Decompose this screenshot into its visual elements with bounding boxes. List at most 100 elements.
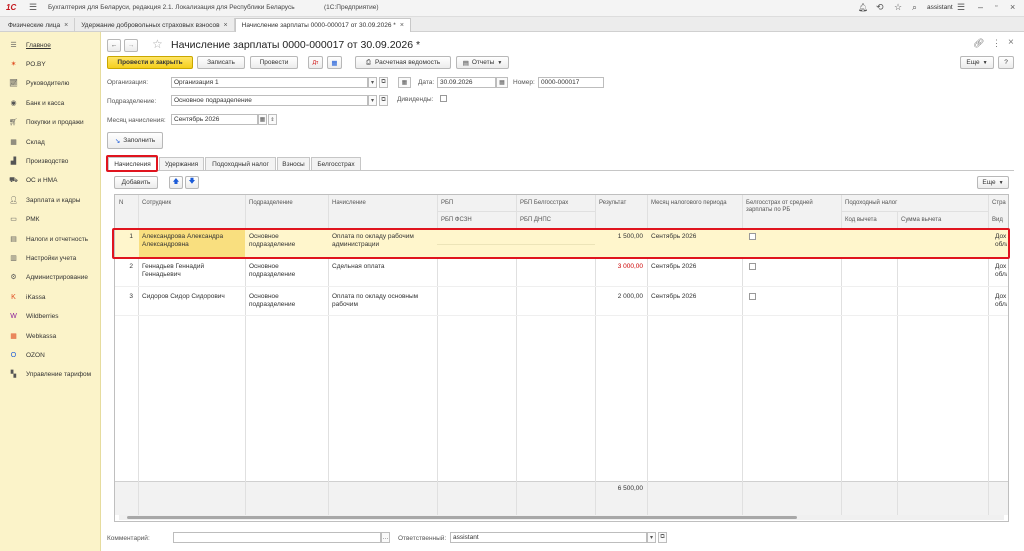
- sidebar-item-factory[interactable]: ▟ Производство: [0, 154, 101, 168]
- table-more-button[interactable]: Еще ▼: [977, 176, 1009, 189]
- row-bgs-checkbox[interactable]: [749, 263, 756, 270]
- sidebar-item-ikassa[interactable]: KiKassa: [0, 290, 101, 304]
- tab-payroll-document[interactable]: Начисление зарплаты 0000-000017 от 30.09…: [234, 18, 411, 32]
- col-deduction-sum[interactable]: Сумма вычета: [901, 217, 941, 224]
- row-result[interactable]: 3 000,00: [597, 263, 643, 271]
- sidebar-item-ro[interactable]: ✶ РО.BY: [0, 57, 101, 71]
- move-up-button[interactable]: 🡅: [169, 176, 183, 189]
- sidebar-item-warehouse[interactable]: ▦ Склад: [0, 135, 101, 149]
- horizontal-scrollbar[interactable]: [119, 515, 1004, 520]
- month-calendar-icon[interactable]: ▦: [258, 114, 267, 125]
- sidebar-item-tax[interactable]: ▤ Налоги и отчетность: [0, 232, 101, 246]
- history-icon[interactable]: ⟲: [876, 2, 884, 13]
- post-button[interactable]: Провести: [250, 56, 298, 69]
- row-accrual[interactable]: Оплата по окладу основным рабочим: [332, 293, 434, 309]
- org-open-icon[interactable]: ⧉: [379, 77, 388, 88]
- org-dropdown-icon[interactable]: ▾: [368, 77, 377, 88]
- debit-credit-button[interactable]: Дт: [308, 56, 323, 69]
- sidebar-item-car[interactable]: ⛟ ОС и НМА: [0, 174, 101, 188]
- row-employee[interactable]: Геннадьев Геннадий Геннадьевич: [142, 263, 242, 279]
- col-month[interactable]: Месяц налогового периода: [651, 200, 727, 207]
- tab-income-tax[interactable]: Подоходный налог: [205, 157, 276, 170]
- close-tab-icon[interactable]: ×: [400, 19, 404, 32]
- dividends-checkbox[interactable]: [440, 95, 447, 102]
- col-employee[interactable]: Сотрудник: [142, 200, 171, 207]
- col-income-tax[interactable]: Подоходный налог: [845, 200, 897, 207]
- number-field[interactable]: 0000-000017: [538, 77, 604, 88]
- move-down-button[interactable]: 🡇: [185, 176, 199, 189]
- save-button[interactable]: Записать: [197, 56, 245, 69]
- date-calendar-icon[interactable]: ▦: [496, 77, 508, 88]
- comment-field[interactable]: [173, 532, 381, 543]
- more-button[interactable]: Еще ▼: [960, 56, 994, 69]
- close-icon[interactable]: ×: [1010, 2, 1015, 12]
- post-and-close-button[interactable]: Провести и закрыть: [107, 56, 193, 69]
- responsible-dropdown-icon[interactable]: ▾: [647, 532, 656, 543]
- row-month[interactable]: Сентябрь 2026: [651, 293, 696, 301]
- star-icon[interactable]: ☆: [894, 2, 902, 13]
- col-n[interactable]: N: [119, 200, 123, 207]
- bell-icon[interactable]: 🔔︎: [858, 3, 868, 12]
- sidebar-item-ozon[interactable]: O OZON: [0, 348, 101, 362]
- month-field[interactable]: Сентябрь 2026: [171, 114, 258, 125]
- dept-field[interactable]: Основное подразделение: [171, 95, 368, 106]
- main-menu-icon[interactable]: ☰: [29, 2, 37, 13]
- more-actions-icon[interactable]: ⋮: [992, 38, 1001, 49]
- reports-button[interactable]: ▤ Отчеты ▼: [456, 56, 509, 69]
- col-rbp-fszn[interactable]: РБП ФСЗН: [441, 217, 472, 224]
- forward-button[interactable]: →: [124, 39, 138, 52]
- col-result[interactable]: Результат: [599, 200, 626, 207]
- row-accrual[interactable]: Сдельная оплата: [332, 263, 434, 271]
- structure-button[interactable]: ▦: [327, 56, 342, 69]
- sidebar-item-bank[interactable]: ◉ Банк и касса: [0, 96, 101, 110]
- tab-contributions[interactable]: Взносы: [277, 157, 310, 170]
- sidebar-item-settings[interactable]: ▥ Настройки учета: [0, 251, 101, 265]
- tab-individuals[interactable]: Физические лица ×: [2, 18, 76, 32]
- help-button[interactable]: ?: [998, 56, 1014, 69]
- row-bgs-checkbox[interactable]: [749, 293, 756, 300]
- settings-menu-icon[interactable]: ☰: [957, 2, 965, 13]
- col-rbp-dnps[interactable]: РБП ДНПС: [520, 217, 551, 224]
- minimize-icon[interactable]: –: [978, 2, 983, 12]
- tab-insurance-deduction[interactable]: Удержание добровольных страховых взносов…: [75, 18, 235, 32]
- row-result[interactable]: 2 000,00: [597, 293, 643, 301]
- close-tab-icon[interactable]: ×: [64, 19, 68, 32]
- col-str[interactable]: Стра: [992, 200, 1006, 207]
- row-last[interactable]: Дох обла: [995, 293, 1007, 309]
- row-last[interactable]: Дох обла: [995, 263, 1007, 279]
- favorite-star-icon[interactable]: ☆: [152, 37, 163, 51]
- col-dept[interactable]: Подразделение: [249, 200, 293, 207]
- sidebar-item-tariff[interactable]: ▚ Управление тарифом: [0, 368, 101, 382]
- date-field[interactable]: 30.09.2026: [437, 77, 496, 88]
- month-spinner[interactable]: ⇕: [268, 114, 277, 125]
- row-dept[interactable]: Основное подразделение: [249, 263, 325, 279]
- col-bgs-avg[interactable]: Белгосстрах от средней зарплаты по РБ: [746, 200, 838, 214]
- responsible-open-icon[interactable]: ⧉: [658, 532, 667, 543]
- col-rbp-bgs[interactable]: РБП Белгосстрах: [520, 200, 568, 207]
- col-vid[interactable]: Вид: [992, 217, 1003, 224]
- fill-button[interactable]: ↘ Заполнить: [107, 132, 163, 149]
- link-icon[interactable]: 🔗︎: [973, 38, 984, 49]
- dept-open-icon[interactable]: ⧉: [379, 95, 388, 106]
- dept-dropdown-icon[interactable]: ▾: [368, 95, 377, 106]
- responsible-field[interactable]: assistant: [450, 532, 647, 543]
- restore-icon[interactable]: ▫: [995, 3, 997, 10]
- close-tab-icon[interactable]: ×: [224, 19, 228, 32]
- tab-deductions[interactable]: Удержания: [159, 157, 204, 170]
- payslip-button[interactable]: ⎙ Расчетная ведомость: [355, 56, 451, 69]
- comment-expand-icon[interactable]: …: [381, 532, 390, 543]
- calendar-icon[interactable]: ▦: [398, 77, 411, 88]
- sidebar-item-webkassa[interactable]: ▦ Webkassa: [0, 329, 101, 343]
- row-employee[interactable]: Сидоров Сидор Сидорович: [142, 293, 242, 301]
- col-deduction-code[interactable]: Код вычета: [845, 217, 877, 224]
- sidebar-item-menu[interactable]: ☰ Главное: [0, 38, 101, 52]
- sidebar-item-chart[interactable]: 📈︎ Руководителю: [0, 77, 101, 91]
- sidebar-item-pos[interactable]: ▭ РМК: [0, 213, 101, 227]
- row-month[interactable]: Сентябрь 2026: [651, 263, 696, 271]
- col-rbp[interactable]: РБП: [441, 200, 453, 207]
- close-form-icon[interactable]: ×: [1008, 37, 1014, 48]
- org-field[interactable]: Организация 1: [171, 77, 368, 88]
- scrollbar-thumb[interactable]: [127, 516, 797, 519]
- user-name[interactable]: assistant: [927, 4, 953, 11]
- sidebar-item-cart[interactable]: 🛒︎ Покупки и продажи: [0, 116, 101, 130]
